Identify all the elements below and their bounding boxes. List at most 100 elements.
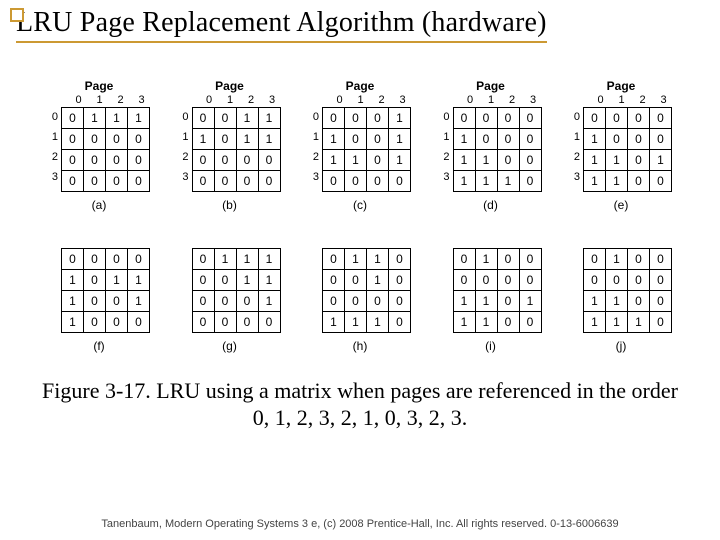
accent-square [10, 8, 24, 22]
matrix-cell: 1 [628, 311, 650, 332]
matrix-cell: 0 [214, 128, 236, 149]
matrix-cell: 1 [323, 311, 345, 332]
matrix-table: 0000100011011100 [583, 107, 672, 192]
matrix-cell: 1 [367, 269, 389, 290]
matrix-cell: 1 [323, 128, 345, 149]
matrix-cell: 0 [214, 107, 236, 128]
matrix-cell: 0 [650, 170, 672, 191]
matrix-cell: 0 [258, 170, 280, 191]
matrix-cell: 0 [389, 170, 411, 191]
matrix-cell: 0 [519, 149, 541, 170]
matrix-table: 0100000011001110 [583, 248, 672, 333]
matrix-cell: 0 [84, 128, 106, 149]
matrix-cell: 0 [389, 269, 411, 290]
matrix-cell: 0 [497, 248, 519, 269]
matrix-cell: 0 [475, 107, 497, 128]
matrix-cell: 0 [389, 248, 411, 269]
matrix-cell: 0 [84, 149, 106, 170]
matrix-cell: 0 [128, 170, 150, 191]
matrix-cell: 1 [606, 170, 628, 191]
matrix-row-headers: 0123 [440, 107, 450, 187]
matrix-cell: 0 [475, 269, 497, 290]
matrix-cell: 1 [345, 248, 367, 269]
matrix-sub-label: (c) [353, 198, 367, 212]
matrix-cell: 0 [84, 269, 106, 290]
matrix-cell: 0 [62, 107, 84, 128]
matrix-cell: 1 [475, 149, 497, 170]
matrix-fig-f: Page012301230000101110011000(f) [40, 220, 158, 353]
matrix-cell: 1 [606, 311, 628, 332]
matrix-col-headers: 0123 [562, 93, 680, 107]
matrix-cell: 0 [519, 269, 541, 290]
matrix-cell: 0 [453, 248, 475, 269]
matrix-cell: 0 [345, 107, 367, 128]
matrix-cell: 0 [606, 269, 628, 290]
matrix-cell: 1 [650, 149, 672, 170]
matrix-cell: 1 [258, 128, 280, 149]
matrix-table: 0001100111010000 [322, 107, 411, 192]
matrix-fig-j: Page012301230100000011001110(j) [562, 220, 680, 353]
matrix-cell: 0 [650, 269, 672, 290]
matrix-cell: 0 [606, 128, 628, 149]
matrix-cell: 0 [128, 311, 150, 332]
matrix-cell: 1 [475, 170, 497, 191]
matrix-cell: 0 [106, 311, 128, 332]
caption-line-1: Figure 3-17. LRU using a matrix when pag… [42, 378, 678, 403]
matrix-col-headers: 0123 [40, 93, 158, 107]
matrix-cell: 0 [497, 128, 519, 149]
matrix-cell: 0 [84, 290, 106, 311]
matrix-cell: 0 [323, 290, 345, 311]
matrix-fig-h: Page012301230110001000001110(h) [301, 220, 419, 353]
copyright-footer: Tanenbaum, Modern Operating Systems 3 e,… [0, 518, 720, 530]
matrix-cell: 0 [106, 170, 128, 191]
matrix-cell: 1 [106, 269, 128, 290]
matrix-cell: 1 [367, 311, 389, 332]
matrix-table: 0000100011001110 [453, 107, 542, 192]
matrix-cell: 0 [192, 248, 214, 269]
matrix-cell: 0 [367, 149, 389, 170]
matrix-cell: 0 [214, 170, 236, 191]
matrix-cell: 1 [606, 149, 628, 170]
matrix-cell: 1 [345, 311, 367, 332]
matrix-cell: 1 [475, 248, 497, 269]
matrix-cell: 0 [128, 128, 150, 149]
matrix-cell: 1 [584, 128, 606, 149]
matrix-cell: 0 [497, 107, 519, 128]
matrix-row-headers: 0123 [309, 107, 319, 187]
matrix-cell: 0 [84, 311, 106, 332]
matrix-cell: 1 [128, 269, 150, 290]
matrix-cell: 0 [258, 311, 280, 332]
matrix-page-label: Page [607, 79, 636, 93]
matrix-sub-label: (a) [92, 198, 107, 212]
matrix-sub-label: (h) [353, 339, 368, 353]
matrix-sub-label: (d) [483, 198, 498, 212]
matrix-cell: 1 [62, 290, 84, 311]
matrix-cell: 0 [519, 170, 541, 191]
matrix-sub-label: (f) [93, 339, 104, 353]
matrix-cell: 0 [650, 290, 672, 311]
matrix-cell: 0 [236, 311, 258, 332]
matrix-cell: 0 [584, 269, 606, 290]
matrix-table: 0100000011011100 [453, 248, 542, 333]
matrix-sub-label: (g) [222, 339, 237, 353]
matrix-cell: 0 [497, 311, 519, 332]
matrix-cell: 1 [453, 149, 475, 170]
matrix-cell: 0 [192, 170, 214, 191]
matrix-row-headers: 0123 [179, 107, 189, 187]
matrix-row-headers: 0123 [570, 107, 580, 187]
matrix-cell: 0 [345, 290, 367, 311]
matrix-cell: 1 [367, 248, 389, 269]
matrix-cell: 0 [367, 128, 389, 149]
matrix-cell: 0 [106, 128, 128, 149]
matrix-cell: 0 [345, 128, 367, 149]
matrix-cell: 1 [84, 107, 106, 128]
matrix-cell: 0 [192, 269, 214, 290]
matrix-fig-i: Page012301230100000011011100(i) [432, 220, 550, 353]
page-title: LRU Page Replacement Algorithm (hardware… [16, 8, 547, 39]
matrix-cell: 0 [584, 107, 606, 128]
matrix-cell: 1 [128, 107, 150, 128]
matrix-cell: 0 [192, 311, 214, 332]
matrix-cell: 0 [62, 248, 84, 269]
matrix-cell: 0 [389, 290, 411, 311]
matrix-fig-d: Page012301230000100011001110(d) [432, 79, 550, 212]
